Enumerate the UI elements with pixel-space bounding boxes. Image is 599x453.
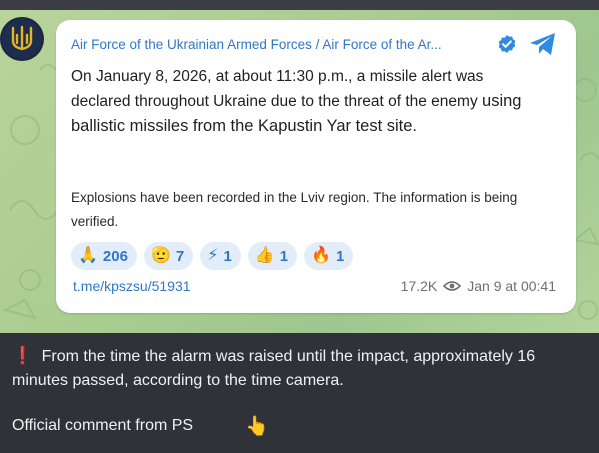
post-link[interactable]: t.me/kpszsu/51931 <box>73 278 191 294</box>
post-body-line1: On January 8, 2026, at about 11:30 p.m.,… <box>71 68 484 110</box>
reaction-count: 7 <box>175 247 185 265</box>
channel-name[interactable]: Air Force of the Ukrainian Armed Forces … <box>71 37 456 52</box>
pointing-up-icon: 👆 <box>245 416 269 437</box>
official-comment-text: Official comment from PS <box>12 417 194 434</box>
channel-avatar[interactable] <box>2 19 42 59</box>
forwarded-post-card[interactable]: Air Force of the Ukrainian Armed Forces … <box>56 20 576 313</box>
trident-icon <box>11 25 33 51</box>
post-body-paragraph2: Explosions have been recorded in the Lvi… <box>71 190 518 229</box>
reaction-count: 1 <box>335 247 345 265</box>
reaction-thumbs-up[interactable]: 👍 1 <box>247 242 298 270</box>
post-meta: 17.2K Jan 9 at 00:41 <box>401 278 556 294</box>
reaction-count: 206 <box>102 247 128 265</box>
top-strip <box>0 0 599 10</box>
reaction-lightning[interactable]: ⚡ 1 <box>200 242 241 270</box>
reactions-row: 🙏 206 🫡 7 ⚡ 1 👍 1 🔥 1 <box>71 242 354 270</box>
reaction-fire[interactable]: 🔥 1 <box>304 242 354 270</box>
caption-text: From the time the alarm was raised until… <box>12 348 536 389</box>
telegram-logo-icon[interactable] <box>528 31 558 57</box>
reaction-salute[interactable]: 🫡 7 <box>143 242 194 270</box>
eye-icon <box>443 281 462 291</box>
fire-emoji-icon: 🔥 <box>311 247 331 264</box>
verified-badge-icon <box>498 35 516 53</box>
view-count: 17.2K <box>400 278 438 294</box>
reaction-pray[interactable]: 🙏 206 <box>71 242 137 270</box>
message-caption: ❗ From the time the alarm was raised unt… <box>12 344 582 393</box>
reaction-count: 1 <box>223 247 232 265</box>
reaction-count: 1 <box>279 247 289 265</box>
exclamation-icon: ❗ <box>12 346 34 365</box>
thumbs-up-emoji-icon: 👍 <box>254 247 275 264</box>
pray-emoji-icon: 🙏 <box>78 247 98 264</box>
official-comment-line: Official comment from PS 👆 <box>12 414 269 438</box>
lightning-emoji-icon: ⚡ <box>207 247 219 264</box>
salute-emoji-icon: 🫡 <box>150 247 171 264</box>
post-body: On January 8, 2026, at about 11:30 p.m.,… <box>71 65 541 139</box>
post-date: Jan 9 at 00:41 <box>467 278 556 294</box>
